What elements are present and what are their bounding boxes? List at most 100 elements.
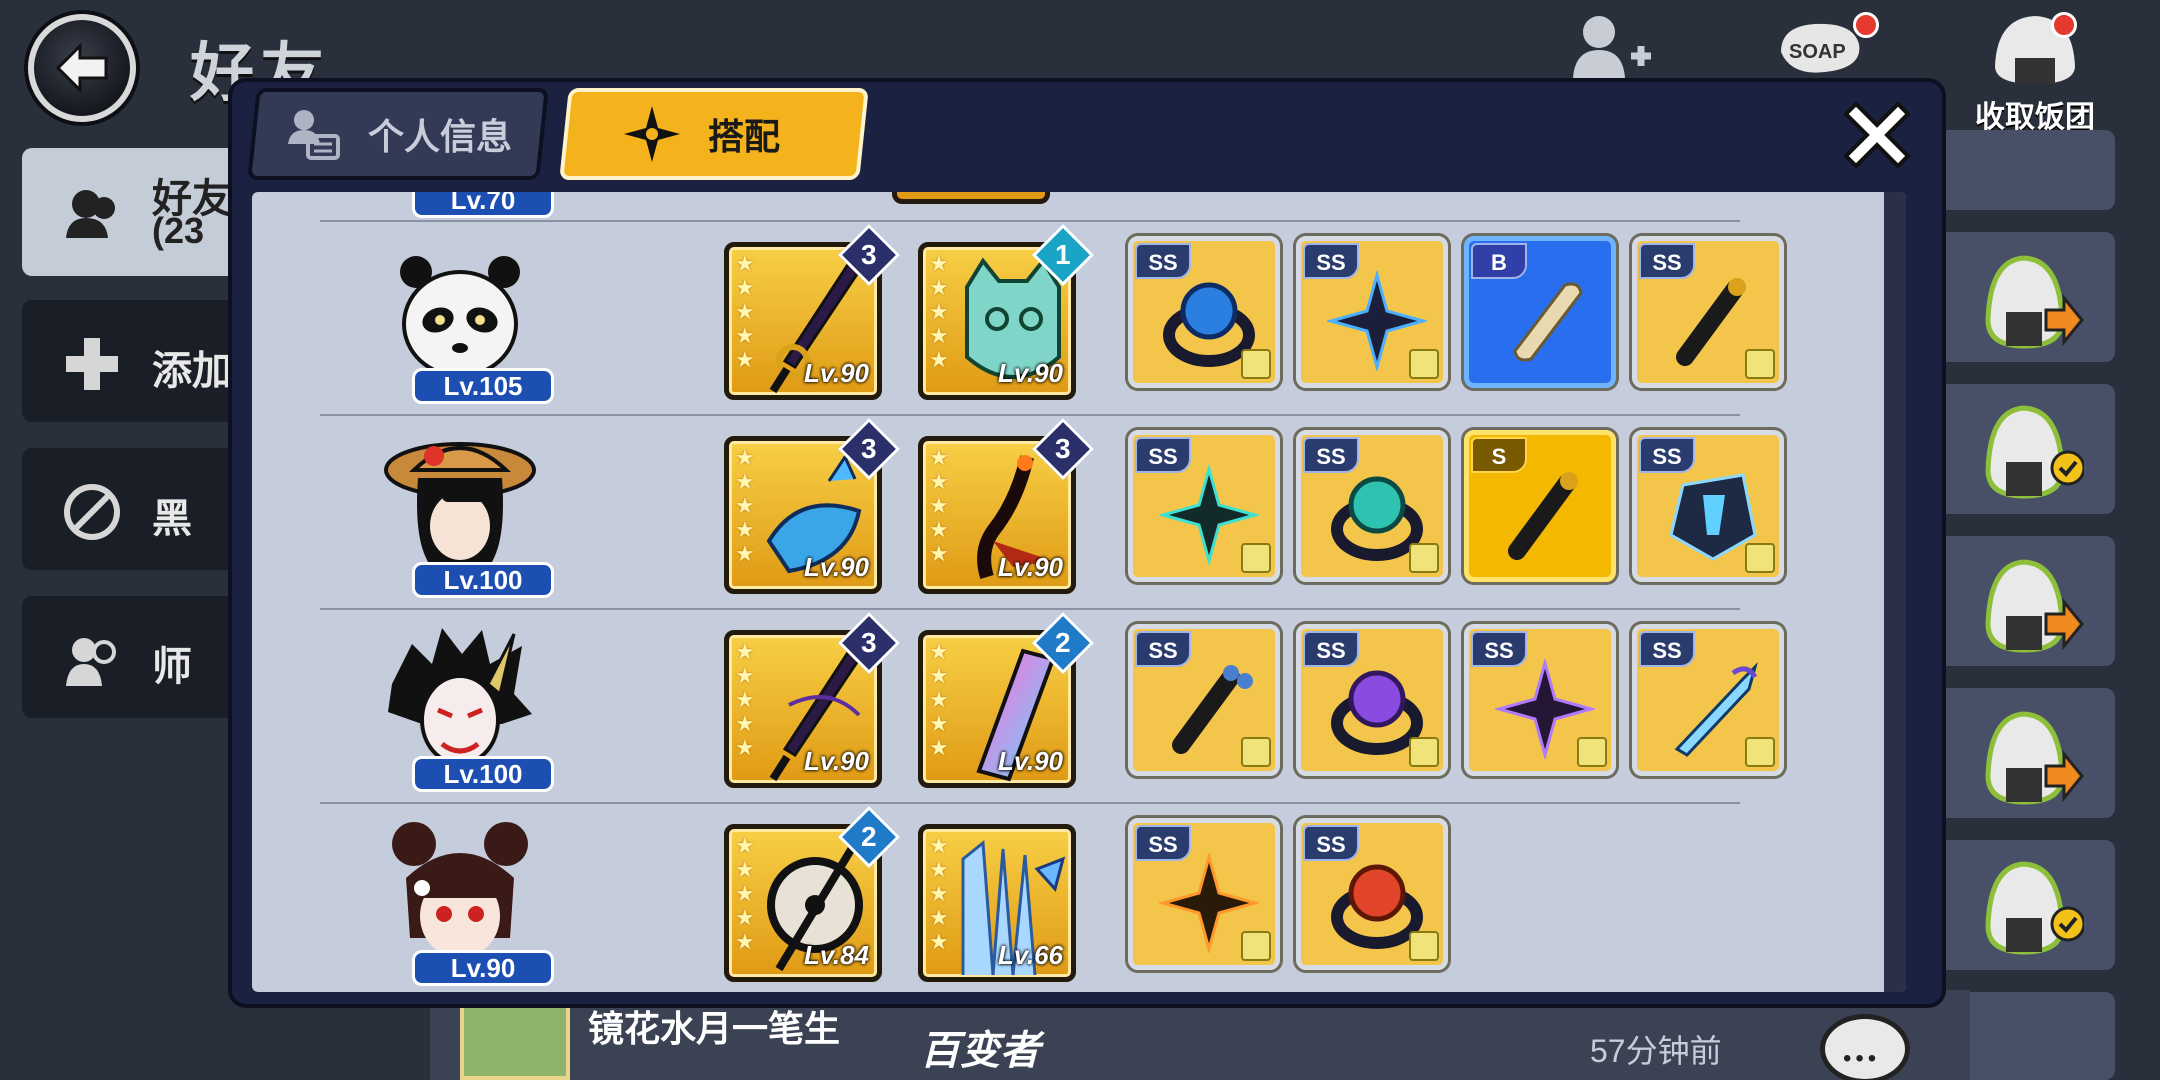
star-rating: ★ ★ ★ ★ ★ <box>929 639 949 760</box>
chat-icon[interactable]: ••• <box>1820 1014 1910 1080</box>
collect-onigiri-button[interactable]: 收取饭团 <box>1975 12 2095 136</box>
shuriken-icon <box>624 106 680 162</box>
close-icon <box>1843 101 1911 169</box>
weapon-card[interactable]: ★ ★ ★ ★ ★ Lv.66 <box>918 824 1076 982</box>
scroll-card[interactable]: SS <box>1632 430 1784 582</box>
weapon-card <box>892 192 1050 204</box>
sidebar-label: 添加 <box>152 349 232 393</box>
scroll-card[interactable]: SS <box>1128 818 1280 970</box>
soap-button[interactable]: SOAP <box>1775 12 1879 82</box>
friend-count: (23 <box>152 210 205 251</box>
sidebar-item-blacklist[interactable]: 黑 <box>22 448 262 570</box>
star-rating: ★ ★ ★ ★ ★ <box>929 833 949 954</box>
block-icon <box>64 484 120 540</box>
onigiri-send-icon[interactable] <box>1980 706 2084 814</box>
weapon-card[interactable]: ★ ★ ★ ★ ★ Lv.90 3 <box>724 611 901 788</box>
notification-dot <box>2051 12 2077 38</box>
row-divider <box>320 802 1740 804</box>
sidebar-label: 黑 <box>152 497 192 541</box>
equip-corner-icon <box>1745 543 1775 573</box>
friend-name: 镜花水月一笔生 <box>588 1008 841 1049</box>
previous-row: Lv.70 <box>412 192 1732 220</box>
loadout-row: Lv.90 ★★★★★ Lv.84 2 ★★★★★ Lv.66 <box>252 802 1872 992</box>
scroll-card[interactable]: SS <box>1296 236 1448 388</box>
back-button[interactable] <box>28 14 136 122</box>
weapon-card[interactable]: ★ ★ ★ ★ ★ Lv.90 3 <box>724 417 901 594</box>
scroll-card[interactable]: SS <box>1128 624 1280 776</box>
tab-personal-info[interactable]: 个人信息 <box>247 88 549 180</box>
equip-corner-icon <box>1409 543 1439 573</box>
equip-corner-icon <box>1409 931 1439 961</box>
sidebar-label: 师 <box>152 645 192 689</box>
loadout-modal: 个人信息 搭配 Lv.70 Lv.105 ★ ★ ★ ★ ★ Lv.90 3 ★… <box>232 82 1942 1004</box>
scrollbar[interactable] <box>1884 192 1906 992</box>
equip-corner-icon <box>1241 737 1271 767</box>
scroll-card[interactable]: SS <box>1296 430 1448 582</box>
friends-icon <box>66 190 115 238</box>
equip-corner-icon <box>1745 737 1775 767</box>
plus-icon <box>66 338 118 390</box>
weapon-level: Lv.90 <box>997 746 1063 776</box>
profile-card-icon <box>288 110 340 160</box>
close-button[interactable] <box>1834 92 1920 178</box>
weapon-level: Lv.84 <box>803 940 869 970</box>
loadout-row: Lv.100 ★ ★ ★ ★ ★ Lv.90 3 ★ ★ ★ ★ ★ Lv.90 2 <box>252 608 1872 802</box>
scroll-card[interactable]: SS <box>1128 236 1280 388</box>
scroll-card[interactable]: SS <box>1464 624 1616 776</box>
weapon-card[interactable]: ★ ★ ★ ★ ★ Lv.90 3 <box>918 417 1095 594</box>
weapon-level: Lv.90 <box>803 746 869 776</box>
add-friend-button[interactable] <box>1565 12 1655 82</box>
level-pill: Lv.70 <box>412 192 554 218</box>
notification-dot <box>1853 12 1879 38</box>
friend-last-online: 57分钟前 <box>1590 1033 1722 1069</box>
weapon-card[interactable]: ★ ★ ★ ★ ★ Lv.90 3 <box>724 223 901 400</box>
friend-row-right <box>1935 130 2115 210</box>
equip-corner-icon <box>1241 543 1271 573</box>
friend-avatar <box>460 998 570 1080</box>
level-pill: Lv.90 <box>412 950 554 986</box>
weapon-level: Lv.90 <box>803 552 869 582</box>
sidebar-item-friends[interactable]: 好友 (23 <box>22 148 262 276</box>
equip-corner-icon <box>1745 349 1775 379</box>
onigiri-received-icon <box>1985 861 2084 955</box>
paper-scroll-icon <box>1513 282 1583 362</box>
mentor-icon <box>66 638 116 686</box>
onigiri-send-icon[interactable] <box>1980 554 2084 662</box>
scroll-card[interactable]: B <box>1464 236 1616 388</box>
star-rating: ★ ★ ★ ★ ★ <box>929 445 949 566</box>
star-rating: ★ ★ ★ ★ ★ <box>929 251 949 372</box>
scroll-card[interactable]: SS <box>1632 624 1784 776</box>
onigiri-received-icon <box>1985 405 2084 499</box>
equip-corner-icon <box>1409 737 1439 767</box>
tab-loadout[interactable]: 搭配 <box>559 88 869 180</box>
loadout-list[interactable]: Lv.70 Lv.105 ★ ★ ★ ★ ★ Lv.90 3 ★ ★ ★ ★ ★… <box>252 192 1906 992</box>
equip-corner-icon <box>1577 737 1607 767</box>
weapon-level: Lv.66 <box>997 940 1063 970</box>
scroll-card[interactable]: SS <box>1296 818 1448 970</box>
arrow-left-icon <box>55 42 108 94</box>
scroll-card[interactable]: SS <box>1128 430 1280 582</box>
weapon-level: Lv.90 <box>997 358 1063 388</box>
onigiri-send-icon[interactable] <box>1980 250 2084 358</box>
weapon-card[interactable]: ★ ★ ★ ★ ★ Lv.90 2 <box>918 611 1095 788</box>
level-pill: Lv.105 <box>412 368 554 404</box>
sidebar-item-mentor[interactable]: 师 <box>22 596 262 718</box>
scroll-card[interactable]: SS <box>1296 624 1448 776</box>
row-divider <box>320 414 1740 416</box>
scroll-card[interactable]: SS <box>1632 236 1784 388</box>
star-rating: ★ ★ ★ ★ ★ <box>735 445 755 566</box>
star-rating: ★ ★ ★ ★ ★ <box>735 251 755 372</box>
scroll-card[interactable]: S <box>1464 430 1616 582</box>
weapon-card[interactable]: ★ ★ ★ ★ ★ Lv.84 2 <box>724 805 901 982</box>
tab-label: 搭配 <box>708 116 781 157</box>
equip-corner-icon <box>1241 931 1271 961</box>
weapon-level: Lv.90 <box>997 552 1063 582</box>
row-divider <box>320 608 1740 610</box>
level-pill: Lv.100 <box>412 562 554 598</box>
add-friend-icon <box>1573 16 1651 78</box>
black-scroll-icon <box>1508 472 1578 560</box>
loadout-row: Lv.100 ★ ★ ★ ★ ★ Lv.90 3 ★ ★ ★ ★ ★ Lv.90 3 <box>252 414 1872 608</box>
weapon-card[interactable]: ★ ★ ★ ★ ★ Lv.90 1 <box>918 223 1095 400</box>
sidebar-item-add[interactable]: 添加 <box>22 300 262 422</box>
equip-corner-icon <box>1241 349 1271 379</box>
